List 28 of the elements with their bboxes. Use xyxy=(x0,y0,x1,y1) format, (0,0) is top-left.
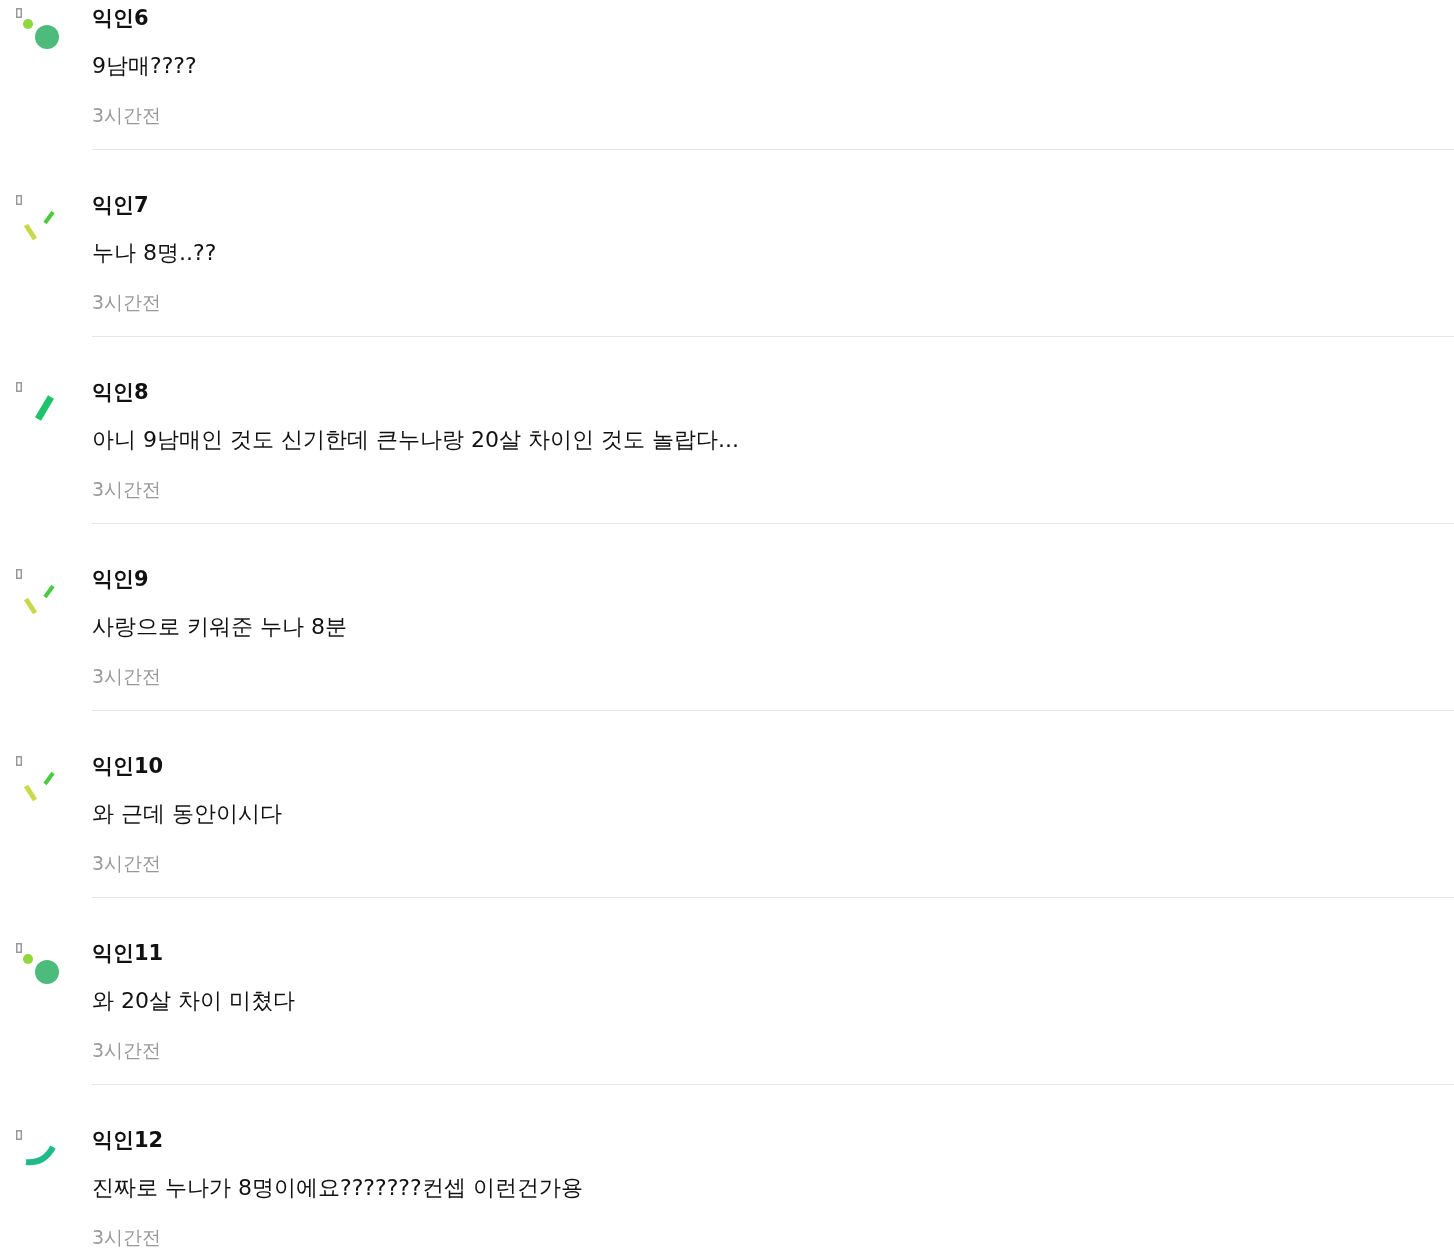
comment-time: 3시간전 xyxy=(92,1225,163,1249)
comment-time: 3시간전 xyxy=(92,103,163,127)
comment-text: 아니 9남매인 것도 신기한데 큰누나랑 20살 차이인 것도 놀랍다... xyxy=(92,426,740,454)
comment-text: 진짜로 누나가 8명이에요???????컨셉 이런건가용 xyxy=(92,1174,584,1202)
comment-text: 와 근데 동안이시다 xyxy=(92,800,283,828)
image-placeholder-icon xyxy=(16,1130,22,1140)
comment-text: 누나 8명..?? xyxy=(92,239,218,267)
comment-time: 3시간전 xyxy=(92,1038,163,1062)
comment-author: 익인11 xyxy=(92,940,165,966)
comment-time: 3시간전 xyxy=(92,851,163,875)
comment-author: 익인6 xyxy=(92,5,150,31)
comment-text: 9남매???? xyxy=(92,52,198,80)
image-placeholder-icon xyxy=(16,195,22,205)
comment-text: 와 20살 차이 미쳤다 xyxy=(92,987,296,1015)
image-placeholder-icon xyxy=(16,943,22,953)
image-placeholder-icon xyxy=(16,569,22,579)
comment-author: 익인12 xyxy=(92,1127,165,1153)
comment-author: 익인10 xyxy=(92,753,165,779)
image-placeholder-icon xyxy=(16,756,22,766)
comment-time: 3시간전 xyxy=(92,290,163,314)
comment-author: 익인7 xyxy=(92,192,150,218)
comment-author: 익인8 xyxy=(92,379,150,405)
comment-text: 사랑으로 키워준 누나 8분 xyxy=(92,613,348,641)
comment-time: 3시간전 xyxy=(92,477,163,501)
image-placeholder-icon xyxy=(16,382,22,392)
comment-author: 익인9 xyxy=(92,566,150,592)
image-placeholder-icon xyxy=(16,8,22,18)
comment-time: 3시간전 xyxy=(92,664,163,688)
